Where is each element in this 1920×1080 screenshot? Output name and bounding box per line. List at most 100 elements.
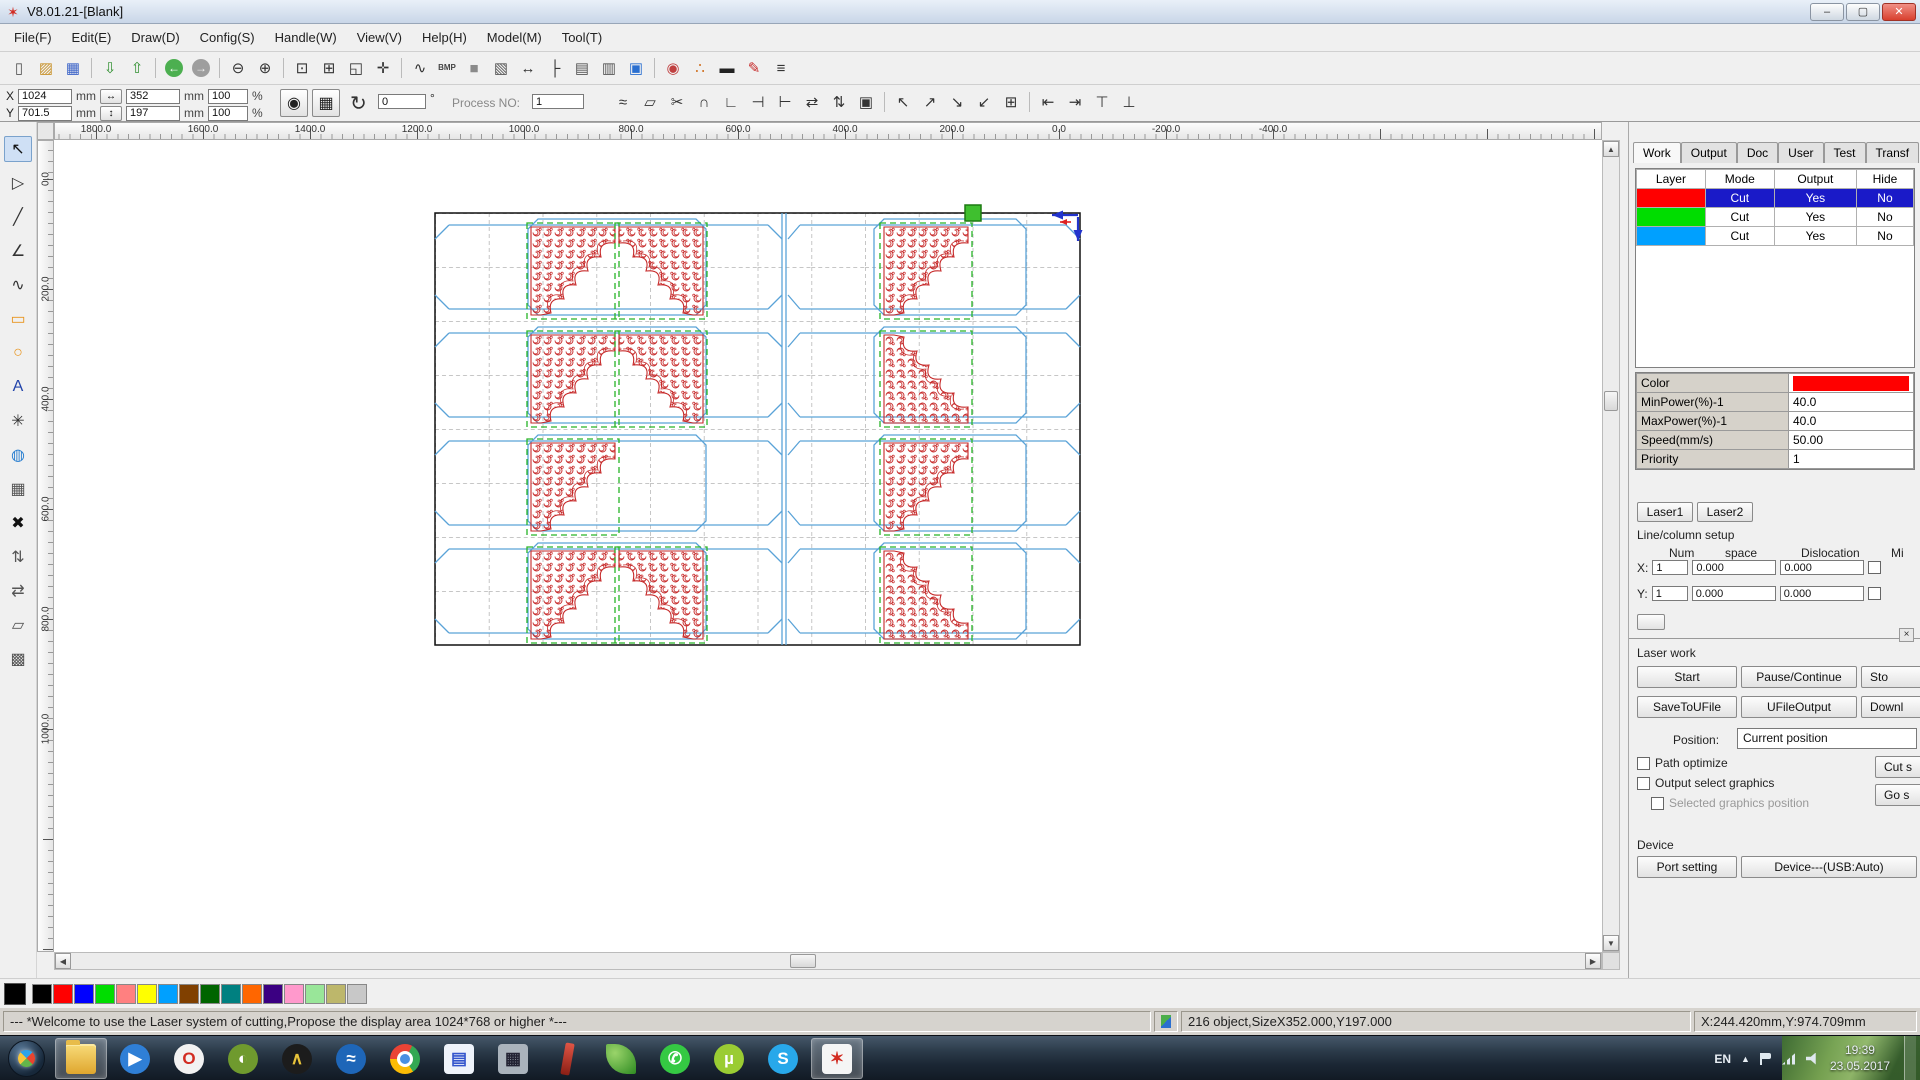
flip-vertical-button[interactable]: ⇅ (826, 89, 852, 115)
property-value[interactable] (1789, 374, 1914, 393)
layer-color-cell[interactable] (1637, 189, 1706, 208)
taskbar-explorer[interactable] (55, 1038, 107, 1079)
maximize-button[interactable]: ▢ (1846, 3, 1880, 21)
layer-cell[interactable]: Yes (1774, 208, 1856, 227)
title-bar[interactable]: ✶ V8.01.21-[Blank] – ▢ ✕ (0, 0, 1920, 24)
taskbar-laser-app[interactable] (595, 1038, 647, 1079)
keyboard-control-button[interactable]: ▬ (714, 55, 740, 81)
fit-curve-button[interactable]: ≈ (610, 89, 636, 115)
monitor-view-button[interactable]: ▣ (623, 55, 649, 81)
array-setup-button[interactable]: ▦ (312, 89, 340, 117)
curve-tool-button[interactable]: ∿ (407, 55, 433, 81)
palette-color[interactable] (53, 984, 73, 1004)
menu-edit[interactable]: Edit(E) (62, 26, 122, 49)
rectangle-tool-button[interactable]: ▭ (4, 306, 32, 332)
action-center-flag-icon[interactable] (1760, 1053, 1772, 1065)
tab-work[interactable]: Work (1633, 142, 1681, 163)
undo-button[interactable]: ← (161, 55, 187, 81)
taskbar-chrome-browser[interactable] (379, 1038, 431, 1079)
layer-cell[interactable]: Cut (1705, 189, 1774, 208)
vertical-ruler[interactable]: 0.0200.0400.0600.0800.01000.0 (37, 140, 54, 952)
layer-cell[interactable]: No (1856, 208, 1913, 227)
zoom-in-button[interactable]: ⊕ (252, 55, 278, 81)
ellipse-tool-button[interactable]: ○ (4, 340, 32, 366)
align-top-right-button[interactable]: ↗ (917, 89, 943, 115)
align-bottom-right-button[interactable]: ↘ (944, 89, 970, 115)
layer-cell[interactable]: Yes (1774, 189, 1856, 208)
new-file-button[interactable]: ▯ (6, 55, 32, 81)
start-button-windows[interactable] (8, 1040, 45, 1077)
laser-pen-button[interactable]: ✎ (741, 55, 767, 81)
cut-path-button[interactable]: ✂ (664, 89, 690, 115)
taskbar-media-player[interactable]: ▶ (109, 1038, 161, 1079)
scroll-right-icon[interactable]: ▶ (1585, 953, 1601, 969)
cut-scale-button[interactable]: Cut s (1875, 756, 1920, 778)
flip-horizontal-button[interactable]: ⇄ (799, 89, 825, 115)
menu-file[interactable]: File(F) (4, 26, 62, 49)
position-select[interactable]: Current position (1737, 728, 1917, 749)
y-position-input[interactable] (18, 106, 72, 121)
taskbar-whatsapp[interactable]: ✆ (649, 1038, 701, 1079)
zoom-out-button[interactable]: ⊖ (225, 55, 251, 81)
line-tool-button[interactable]: ╱ (4, 204, 32, 230)
close-button[interactable]: ✕ (1882, 3, 1916, 21)
star-tool-button[interactable]: ✳ (4, 408, 32, 434)
palette-color[interactable] (137, 984, 157, 1004)
network-icon[interactable] (1782, 1053, 1796, 1065)
pan-view-button[interactable]: ✛ (370, 55, 396, 81)
taskbar-notes-app[interactable]: ▤ (433, 1038, 485, 1079)
minimize-button[interactable]: – (1810, 3, 1844, 21)
menu-model[interactable]: Model(M) (477, 26, 552, 49)
zoom-all-button[interactable]: ⊞ (316, 55, 342, 81)
height-arrow-icon[interactable]: ↕ (100, 106, 122, 121)
round-corner-button[interactable]: ∩ (691, 89, 717, 115)
palette-color[interactable] (221, 984, 241, 1004)
offset-tool-button[interactable]: ▱ (4, 612, 32, 638)
volume-icon[interactable] (1806, 1053, 1820, 1065)
device-select-button[interactable]: Device---(USB:Auto) (1741, 856, 1917, 878)
y-num-input[interactable] (1652, 586, 1688, 601)
layer-cell[interactable]: No (1856, 189, 1913, 208)
menu-tool[interactable]: Tool(T) (552, 26, 612, 49)
taskbar-video-player[interactable]: ◐ (217, 1038, 269, 1079)
scale-x-input[interactable] (208, 89, 248, 104)
stop-button[interactable]: Sto (1861, 666, 1920, 688)
scroll-up-icon[interactable]: ▲ (1603, 141, 1619, 157)
redo-button[interactable]: → (188, 55, 214, 81)
show-desktop-button[interactable] (1904, 1036, 1916, 1080)
scale-y-input[interactable] (208, 106, 248, 121)
property-value[interactable]: 40.0 (1789, 393, 1914, 412)
port-setting-button[interactable]: Port setting (1637, 856, 1737, 878)
break-path-button[interactable]: ⊣ (745, 89, 771, 115)
scroll-left-icon[interactable]: ◀ (55, 953, 71, 969)
sharp-corner-button[interactable]: ∟ (718, 89, 744, 115)
palette-color[interactable] (305, 984, 325, 1004)
layer-color-swatch[interactable] (1793, 376, 1909, 391)
lock-ratio-button[interactable]: ◉ (280, 89, 308, 117)
align-bottom-left-button[interactable]: ↙ (971, 89, 997, 115)
export-file-button[interactable]: ⇧ (124, 55, 150, 81)
selected-graphics-position-checkbox[interactable] (1651, 797, 1664, 810)
print-button[interactable]: ▤ (569, 55, 595, 81)
height-input[interactable] (126, 106, 180, 121)
output-select-graphics-checkbox[interactable] (1637, 777, 1650, 790)
start-button[interactable]: Start (1637, 666, 1737, 688)
align-left-edge-button[interactable]: ⇤ (1035, 89, 1061, 115)
property-value[interactable]: 1 (1789, 450, 1914, 469)
measure-distance-button[interactable]: ↔ (515, 55, 541, 81)
layer-cell[interactable]: No (1856, 227, 1913, 246)
tab-user[interactable]: User (1778, 142, 1823, 163)
delete-tool-button[interactable]: ✖ (4, 510, 32, 536)
palette-color[interactable] (326, 984, 346, 1004)
align-center-button[interactable]: ⊞ (998, 89, 1024, 115)
pause-continue-button[interactable]: Pause/Continue (1741, 666, 1857, 688)
polyline-tool-button[interactable]: ∠ (4, 238, 32, 264)
palette-color[interactable] (95, 984, 115, 1004)
palette-color[interactable] (263, 984, 283, 1004)
tab-transf[interactable]: Transf (1866, 142, 1920, 163)
y-dislocation-input[interactable] (1780, 586, 1864, 601)
selection-handle[interactable] (965, 205, 981, 221)
drawing-canvas[interactable] (54, 140, 1602, 952)
width-arrow-icon[interactable]: ↔ (100, 89, 122, 104)
horizontal-scroll-thumb[interactable] (790, 954, 816, 968)
